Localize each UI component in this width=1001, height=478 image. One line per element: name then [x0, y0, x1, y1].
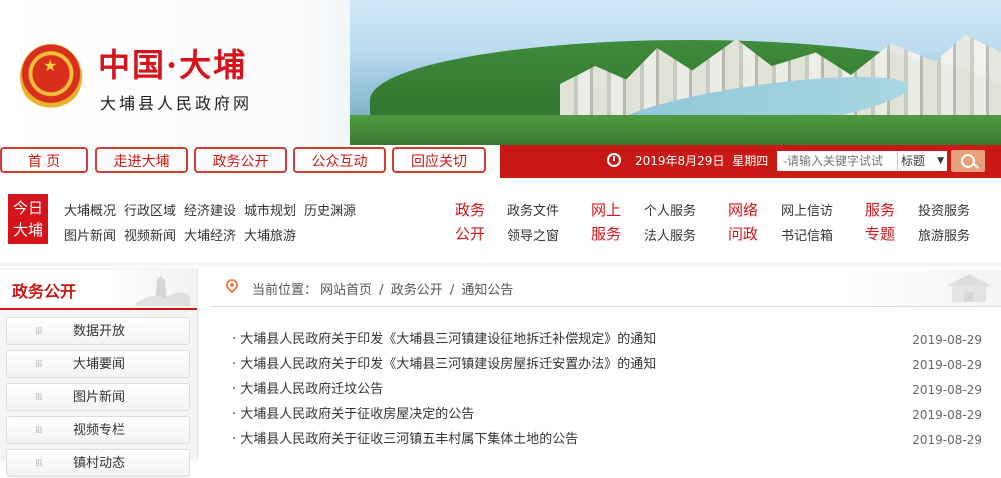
chevron-down-icon: ▼: [937, 156, 944, 166]
sidebar-item-data-open[interactable]: ⁞⁞⁞ 数据开放: [6, 317, 190, 345]
pagoda-icon: [135, 276, 190, 306]
date-text: 2019年8月29日: [635, 154, 725, 168]
quick-link[interactable]: 行政区域: [124, 200, 176, 219]
quick-link[interactable]: 经济建设: [184, 200, 236, 219]
news-title[interactable]: · 大埔县人民政府关于征收房屋决定的公告: [232, 404, 474, 426]
today-badge-line2: 大埔: [12, 221, 43, 239]
search-field-value: 标题: [901, 154, 926, 168]
quick-link[interactable]: 书记信箱: [781, 225, 833, 244]
quick-link[interactable]: 历史渊源: [304, 200, 356, 219]
quick-link[interactable]: 政务文件: [507, 200, 559, 219]
nav-tab-gov-affairs[interactable]: 政务公开: [194, 147, 287, 173]
sidebar-item-news[interactable]: ⁞⁞⁞ 大埔要闻: [6, 350, 190, 378]
news-date: 2019-08-29: [912, 358, 982, 372]
news-date: 2019-08-29: [912, 408, 982, 422]
site-title: 中国·大埔: [98, 46, 248, 84]
today-badge-line1: 今日: [12, 199, 43, 217]
quick-link[interactable]: 领导之窗: [507, 225, 559, 244]
sidebar-item-photo-news[interactable]: ⁞⁞⁞ 图片新闻: [6, 383, 190, 411]
quick-link[interactable]: 个人服务: [644, 200, 696, 219]
news-item[interactable]: · 大埔县人民政府关于印发《大埔县三河镇建设房屋拆迁安置办法》的通知 2019-…: [232, 354, 982, 376]
section-head-line1: 网络: [727, 201, 758, 219]
section-gov-open[interactable]: 政务 公开: [450, 198, 490, 246]
date-display: 2019年8月29日 星期四: [603, 150, 768, 172]
sidebar-item-label: 数据开放: [72, 324, 125, 339]
search-field-select[interactable]: 标题 ▼: [897, 151, 947, 171]
news-item[interactable]: · 大埔县人民政府关于印发《大埔县三河镇建设征地拆迁补偿规定》的通知 2019-…: [232, 329, 982, 351]
section-head-line1: 服务: [864, 201, 895, 219]
today-dabu-badge: 今日 大埔: [8, 194, 48, 244]
breadcrumb-separator: /: [379, 283, 384, 298]
nav-tab-home[interactable]: 首 页: [0, 147, 88, 173]
quick-link[interactable]: 大埔旅游: [244, 225, 296, 244]
building-decoration-icon: [946, 274, 992, 302]
breadcrumb-link-gov-affairs[interactable]: 政务公开: [391, 283, 443, 298]
sidebar-item-label: 图片新闻: [72, 390, 125, 405]
quick-link[interactable]: 视频新闻: [124, 225, 176, 244]
breadcrumb-separator: /: [449, 283, 455, 298]
quick-link[interactable]: 图片新闻: [64, 225, 116, 244]
section-service-topics[interactable]: 服务 专题: [860, 198, 900, 246]
section-head-line2: 专题: [864, 225, 895, 243]
quick-link[interactable]: 旅游服务: [918, 225, 970, 244]
quick-link[interactable]: 城市规划: [244, 200, 296, 219]
breadcrumb-current[interactable]: 通知公告: [461, 283, 513, 298]
news-item[interactable]: · 大埔县人民政府迁坟公告 2019-08-29: [232, 379, 982, 401]
news-item[interactable]: · 大埔县人民政府关于征收房屋决定的公告 2019-08-29: [232, 404, 982, 426]
weekday-text: 星期四: [732, 154, 769, 168]
news-date: 2019-08-29: [912, 333, 982, 347]
section-head-line2: 公开: [454, 225, 485, 243]
quick-link[interactable]: 大埔概况: [64, 200, 116, 219]
news-title[interactable]: · 大埔县人民政府迁坟公告: [232, 379, 383, 401]
city-photo-greenery: [350, 115, 1001, 145]
sidebar-item-label: 视频专栏: [72, 423, 125, 438]
quick-link[interactable]: 网上信访: [781, 200, 833, 219]
breadcrumb-label: 当前位置：: [252, 283, 318, 298]
quick-link[interactable]: 法人服务: [644, 225, 696, 244]
news-date: 2019-08-29: [912, 433, 982, 447]
search-button[interactable]: [951, 150, 985, 172]
site-subtitle: 大埔县人民政府网: [100, 94, 253, 113]
section-online-politics[interactable]: 网络 问政: [723, 198, 763, 246]
quick-link[interactable]: 大埔经济: [184, 225, 236, 244]
section-head-line2: 问政: [727, 225, 758, 243]
sidebar-item-label: 大埔要闻: [72, 357, 125, 372]
news-title[interactable]: · 大埔县人民政府关于征收三河镇五丰村属下集体土地的公告: [232, 429, 578, 451]
sidebar-item-video[interactable]: ⁞⁞⁞ 视频专栏: [6, 416, 190, 444]
nav-tab-response[interactable]: 回应关切: [392, 147, 486, 173]
section-head-line1: 政务: [454, 201, 485, 219]
news-date: 2019-08-29: [912, 383, 982, 397]
news-item[interactable]: · 大埔县人民政府关于征收三河镇五丰村属下集体土地的公告 2019-08-29: [232, 429, 982, 451]
search-input[interactable]: [777, 151, 897, 171]
sidebar-item-town-news[interactable]: ⁞⁞⁞ 镇村动态: [6, 449, 190, 477]
sidebar-item-label: 镇村动态: [72, 456, 125, 471]
national-emblem-icon: ★: [20, 44, 82, 110]
quick-link[interactable]: 投资服务: [918, 200, 970, 219]
nav-tab-about[interactable]: 走进大埔: [95, 147, 188, 173]
news-title[interactable]: · 大埔县人民政府关于印发《大埔县三河镇建设房屋拆迁安置办法》的通知: [232, 354, 656, 376]
news-title[interactable]: · 大埔县人民政府关于印发《大埔县三河镇建设征地拆迁补偿规定》的通知: [232, 329, 656, 351]
breadcrumb: 当前位置： 网站首页 / 政务公开 / 通知公告: [252, 279, 516, 298]
section-head-line1: 网上: [590, 201, 621, 219]
section-online-service[interactable]: 网上 服务: [586, 198, 626, 246]
breadcrumb-link-home[interactable]: 网站首页: [320, 283, 372, 298]
section-head-line2: 服务: [590, 225, 621, 243]
nav-tab-interaction[interactable]: 公众互动: [293, 147, 386, 173]
search-icon: [961, 154, 975, 168]
sidebar-title: 政务公开: [12, 282, 77, 301]
